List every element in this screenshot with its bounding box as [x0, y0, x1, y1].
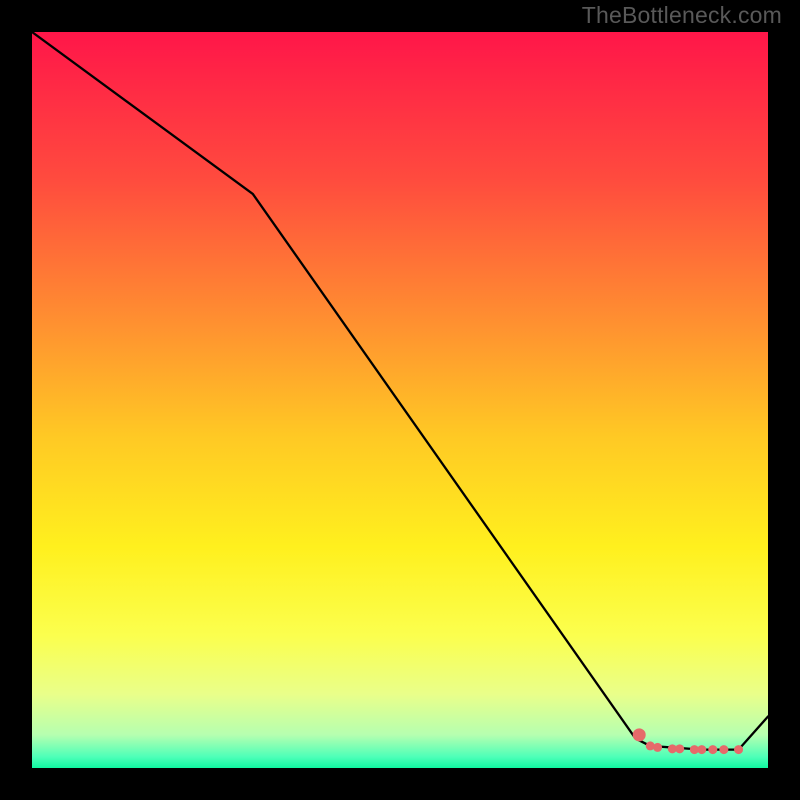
chart-svg: [32, 32, 768, 768]
highlight-dot: [633, 728, 646, 741]
highlight-dot: [719, 745, 728, 754]
highlight-dot: [697, 745, 706, 754]
highlight-dot: [675, 744, 684, 753]
highlight-dot: [734, 745, 743, 754]
gradient-background: [32, 32, 768, 768]
highlight-dot: [653, 743, 662, 752]
chart-frame: TheBottleneck.com: [0, 0, 800, 800]
highlight-dot: [708, 745, 717, 754]
watermark-text: TheBottleneck.com: [582, 2, 782, 29]
chart-plot-area: [32, 32, 768, 768]
